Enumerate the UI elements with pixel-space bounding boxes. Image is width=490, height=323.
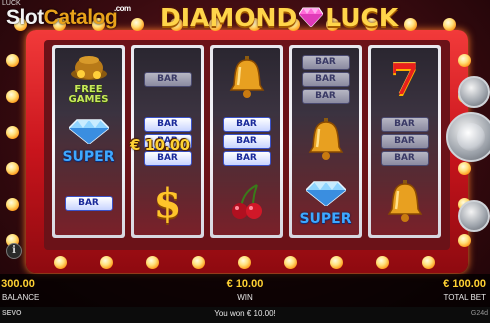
win-stat: € 10.00 WIN: [200, 278, 290, 302]
light-bulb: [6, 54, 19, 67]
reel-5: 7 BAR BAR BAR: [368, 45, 441, 238]
reel-face: BAR BAR BAR SUPER: [292, 48, 359, 235]
stats-bar: € 300.00 BALANCE € 10.00 WIN € 100.00 TO…: [0, 274, 490, 307]
watermark: SlotCatalog .com: [6, 4, 131, 30]
info-button[interactable]: i: [6, 243, 22, 259]
footer-bar: SEVO You won € 10.00! G24d: [0, 307, 490, 323]
light-bulb: [6, 162, 19, 175]
reel-symbol-bell: [292, 110, 359, 172]
logo-word-diamond: DIAMOND: [160, 2, 298, 32]
spin-button[interactable]: [446, 112, 490, 162]
light-bulb: [146, 256, 159, 269]
reel-symbol-free-games: FREE GAMES: [55, 48, 122, 110]
reel-face: BAR BAR BAR: [213, 48, 280, 235]
reel-symbol-bell: [213, 48, 280, 110]
reel-symbol-bell: [371, 172, 438, 234]
light-bulb: [458, 234, 471, 247]
autoplay-button[interactable]: [458, 76, 490, 108]
super-label: SUPER: [62, 148, 115, 165]
reel-symbol-bar: BAR BAR BAR: [213, 110, 280, 172]
game-logo: DIAMOND LUCK: [160, 2, 398, 32]
bell-icon: [227, 55, 267, 104]
light-bulb: [458, 54, 471, 67]
balance-label: BALANCE: [2, 293, 40, 302]
version-label: G24d: [470, 310, 488, 317]
watermark-slot: Slot: [6, 6, 44, 29]
reel-3: BAR BAR BAR: [210, 45, 283, 238]
win-value: € 10.00: [226, 278, 264, 290]
free-games-label: FREE GAMES: [68, 83, 109, 105]
light-bulb: [422, 256, 435, 269]
light-bulb: [6, 126, 19, 139]
bar-label: BAR: [301, 88, 350, 104]
diamond-icon: [299, 7, 324, 27]
bar-label: BAR: [222, 116, 271, 132]
bar-label: BAR: [380, 116, 429, 132]
super-label: SUPER: [299, 210, 352, 227]
light-bulb: [6, 198, 19, 211]
reel-symbol-bar: BAR BAR BAR: [292, 48, 359, 110]
spin-button-inner: [457, 123, 485, 151]
light-bulb: [376, 256, 389, 269]
bar-label: BAR: [222, 133, 271, 149]
seven-symbol: 7: [389, 54, 420, 104]
total-bet-label: TOTAL BET: [443, 293, 486, 302]
watermark-catalog: Catalog: [43, 6, 118, 29]
bar-label: BAR: [143, 71, 192, 87]
money-bag-icon: [67, 54, 111, 85]
bar-label: BAR: [301, 54, 350, 70]
reel-symbol-bar: BAR: [55, 172, 122, 234]
reel-1: FREE GAMES SUPER BAR: [52, 45, 125, 238]
total-bet-stat: € 100.00 TOTAL BET: [443, 278, 486, 302]
light-bulb: [284, 256, 297, 269]
win-label: WIN: [237, 293, 253, 302]
reel-symbol-bar: BAR BAR BAR: [371, 110, 438, 172]
balance-stat: € 300.00 BALANCE: [0, 278, 39, 302]
win-message: You won € 10.00!: [214, 309, 276, 318]
reel-symbol-cherry: [213, 172, 280, 234]
reel-symbol-super: SUPER: [292, 172, 359, 234]
light-bulb: [443, 18, 456, 31]
win-amount-overlay: € 10.00: [130, 136, 190, 154]
bar-label: BAR: [222, 150, 271, 166]
light-bulb: [330, 256, 343, 269]
diamond-icon: [67, 118, 110, 149]
cherry-icon: [227, 181, 267, 226]
dollar-symbol: $: [153, 179, 182, 227]
light-bulb: [404, 18, 417, 31]
light-bulb: [131, 18, 144, 31]
light-bulb: [458, 162, 471, 175]
bell-icon: [385, 179, 425, 228]
bar-label: BAR: [380, 150, 429, 166]
diamond-icon: [304, 180, 347, 211]
light-bulb: [6, 90, 19, 103]
bar-label: BAR: [143, 116, 192, 132]
bet-settings-button[interactable]: [458, 200, 490, 232]
reel-symbol-seven: 7: [371, 48, 438, 110]
balance-value: € 300.00: [0, 278, 35, 290]
reel-symbol-bar: BAR: [134, 48, 201, 110]
total-bet-value: € 100.00: [443, 278, 486, 290]
bell-icon: [306, 117, 346, 166]
game-stage: LUCK DIAMOND LUCK SlotCatalog .com FREE …: [0, 0, 490, 323]
light-bulb: [100, 256, 113, 269]
reel-symbol-dollar: $: [134, 172, 201, 234]
reel-face: 7 BAR BAR BAR: [371, 48, 438, 235]
logo-word-luck: LUCK: [325, 2, 399, 32]
bar-label: BAR: [301, 71, 350, 87]
reel-symbol-super: SUPER: [55, 110, 122, 172]
reel-4: BAR BAR BAR SUPER: [289, 45, 362, 238]
light-bulb: [238, 256, 251, 269]
reel-face: FREE GAMES SUPER BAR: [55, 48, 122, 235]
watermark-com: .com: [114, 4, 131, 13]
bar-label: BAR: [380, 133, 429, 149]
light-bulb: [54, 256, 67, 269]
bar-label: BAR: [64, 195, 113, 211]
light-bulb: [192, 256, 205, 269]
